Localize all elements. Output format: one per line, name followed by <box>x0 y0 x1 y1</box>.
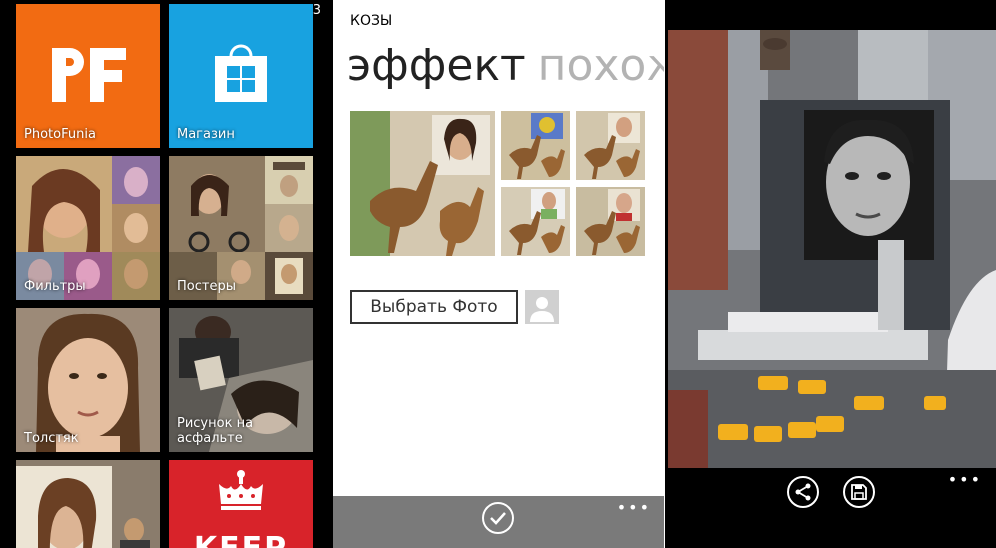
keep-text: KEEP <box>169 531 313 548</box>
goats-photo-image <box>576 111 645 180</box>
share-icon <box>795 483 811 501</box>
person-placeholder-icon <box>530 297 554 322</box>
app-title: КОЗЫ <box>350 13 393 29</box>
tile-filters[interactable]: Фильтры <box>16 156 160 300</box>
example-thumb-large[interactable] <box>350 111 495 256</box>
tile-photo-frame[interactable] <box>16 460 160 548</box>
billboard-city-image <box>668 30 996 468</box>
example-thumb[interactable] <box>501 187 570 256</box>
store-bag-icon <box>215 44 267 102</box>
tile-label: Фильтры <box>24 279 86 294</box>
tile-photofunia[interactable]: PhotoFunia <box>16 4 160 148</box>
photo-placeholder[interactable] <box>525 290 559 324</box>
pivot-item-effect[interactable]: эффект <box>347 40 526 91</box>
pivot-item-similar[interactable]: похожие <box>538 40 665 91</box>
photo-frame-image <box>16 460 160 548</box>
example-thumb[interactable] <box>576 111 645 180</box>
save-button[interactable] <box>843 476 875 508</box>
result-image <box>668 30 996 468</box>
goats-photo-image <box>501 111 570 180</box>
tile-keep-calm[interactable]: KEEP <box>169 460 313 548</box>
tile-posters[interactable]: Постеры <box>169 156 313 300</box>
share-button[interactable] <box>787 476 819 508</box>
result-page: ••• <box>665 0 996 548</box>
tile-label: PhotoFunia <box>24 127 96 142</box>
confirm-button[interactable] <box>482 502 514 534</box>
more-menu[interactable]: ••• <box>617 498 651 517</box>
pivot-header: эффектпохожие <box>347 40 665 91</box>
more-menu[interactable]: ••• <box>948 470 982 489</box>
tile-label: Толстяк <box>24 431 79 446</box>
tile-fat[interactable]: Толстяк <box>16 308 160 452</box>
start-screen: 8:53 PhotoFunia Магазин <box>0 0 333 548</box>
app-bar: ••• <box>333 496 665 548</box>
save-icon <box>851 484 867 500</box>
goats-photo-image <box>501 187 570 256</box>
goats-photo-image <box>350 111 495 256</box>
tile-label: Постеры <box>177 279 236 294</box>
crown-icon <box>219 470 263 510</box>
tile-label: Магазин <box>177 127 235 142</box>
photofunia-logo-icon <box>52 48 126 102</box>
goats-photo-image <box>576 187 645 256</box>
check-icon <box>490 512 506 525</box>
tile-asphalt[interactable]: Рисунок на асфальте <box>169 308 313 452</box>
effect-page: КОЗЫ эффектпохожие <box>333 0 665 548</box>
example-thumb[interactable] <box>576 187 645 256</box>
example-thumb[interactable] <box>501 111 570 180</box>
tile-store[interactable]: Магазин <box>169 4 313 148</box>
choose-photo-button[interactable]: Выбрать Фото <box>350 290 518 324</box>
tile-label: Рисунок на асфальте <box>177 416 254 446</box>
app-bar: ••• <box>665 468 996 548</box>
